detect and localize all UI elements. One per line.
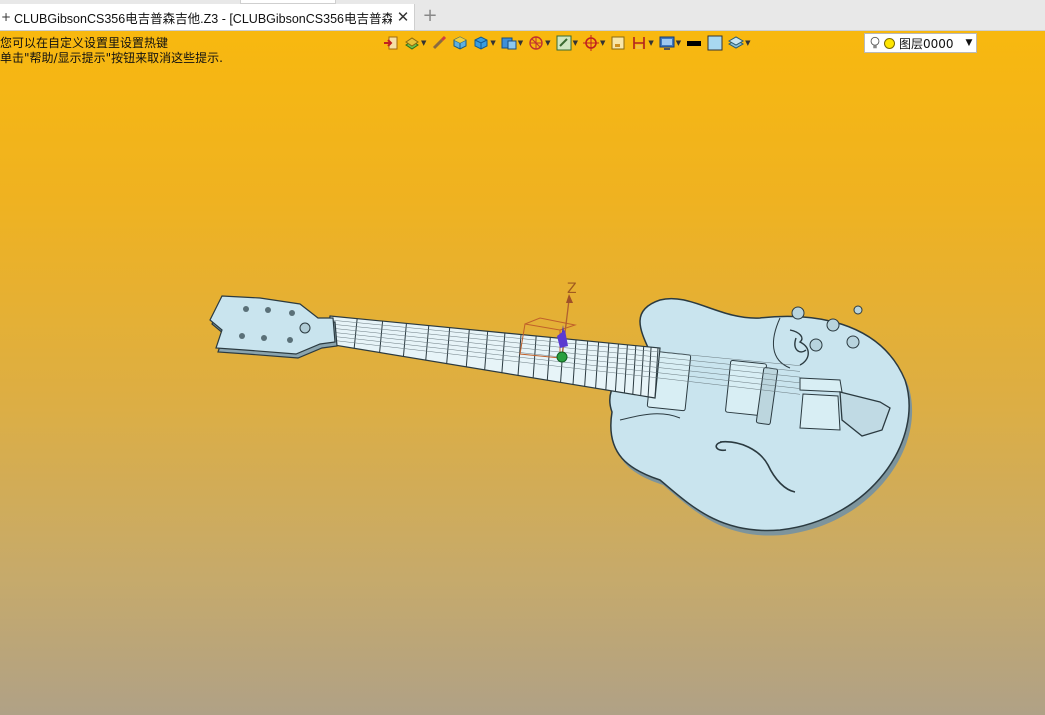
- guitar-headstock: [209, 295, 338, 359]
- guitar-body: [609, 297, 913, 536]
- z-axis-label: Z: [567, 281, 577, 297]
- document-tab[interactable]: + CLUBGibsonCS356电吉普森吉他.Z3 - [CLUBGibson…: [0, 4, 415, 30]
- document-tab-bar: + CLUBGibsonCS356电吉普森吉他.Z3 - [CLUBGibson…: [0, 0, 1045, 31]
- new-tab-button[interactable]: +: [420, 6, 440, 28]
- tab-pin-icon[interactable]: +: [0, 10, 12, 24]
- 3d-viewport[interactable]: 您可以在自定义设置里设置热键 单击"帮助/显示提示"按钮来取消这些提示. ▼ ▼…: [0, 31, 1045, 715]
- tab-close-icon[interactable]: ✕: [392, 8, 414, 26]
- guitar-model[interactable]: Z: [0, 31, 1045, 715]
- document-tab-title: CLUBGibsonCS356电吉普森吉他.Z3 - [CLUBGibsonCS…: [14, 11, 392, 26]
